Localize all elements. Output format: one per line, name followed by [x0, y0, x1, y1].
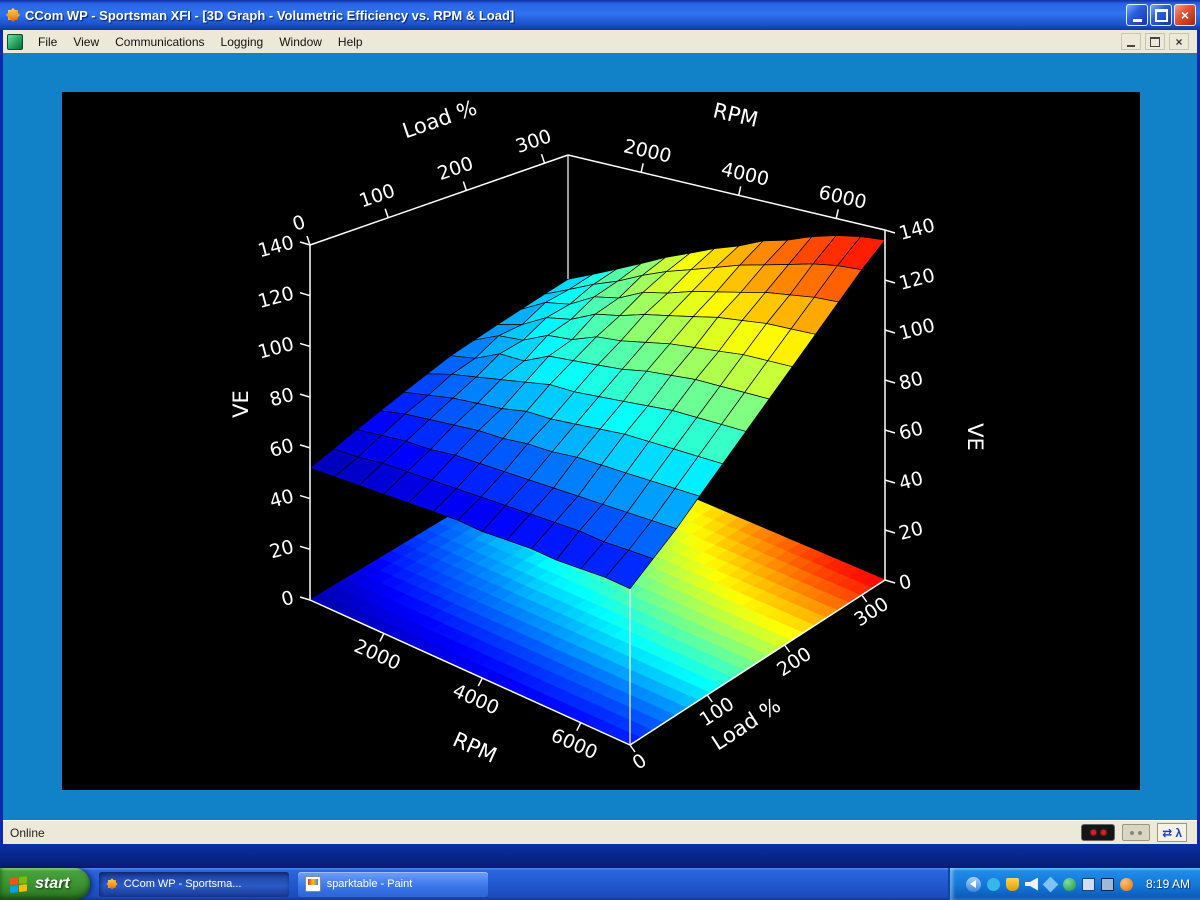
svg-text:100: 100	[357, 180, 398, 213]
network-icon[interactable]	[1082, 878, 1095, 891]
system-tray: 8:19 AM	[948, 868, 1200, 900]
desktop: CCom WP - Sportsman XFI - [3D Graph - Vo…	[0, 0, 1200, 900]
window-title: CCom WP - Sportsman XFI - [3D Graph - Vo…	[25, 8, 514, 23]
taskbar: start CCom WP - Sportsma... sparktable -…	[0, 868, 1200, 900]
svg-text:40: 40	[267, 485, 296, 513]
paint-icon	[305, 876, 321, 892]
mdi-window-controls: ×	[1121, 33, 1189, 50]
window-bottom-frame	[0, 844, 1200, 868]
display-icon[interactable]	[1101, 878, 1114, 891]
svg-text:VE: VE	[229, 390, 253, 418]
svg-text:6000: 6000	[548, 724, 601, 764]
start-button[interactable]: start	[0, 868, 90, 900]
svg-text:80: 80	[267, 384, 296, 412]
taskbar-clock: 8:19 AM	[1146, 877, 1190, 891]
start-label: start	[35, 875, 70, 893]
svg-text:VE: VE	[963, 423, 987, 451]
windows-logo-icon	[10, 876, 28, 893]
svg-text:4000: 4000	[719, 158, 771, 190]
svg-text:RPM: RPM	[711, 98, 761, 132]
taskbar-button-ccom[interactable]: CCom WP - Sportsma...	[99, 872, 289, 897]
window-titlebar[interactable]: CCom WP - Sportsman XFI - [3D Graph - Vo…	[0, 0, 1200, 30]
svg-text:Load %: Load %	[399, 95, 480, 143]
menu-window[interactable]: Window	[271, 32, 330, 52]
svg-text:20: 20	[897, 517, 926, 545]
logging-indicator-icon: ⇄ λ	[1157, 823, 1187, 842]
comm-activity-icon	[1081, 824, 1115, 841]
svg-text:100: 100	[897, 314, 938, 345]
lambda-icon: λ	[1175, 826, 1182, 840]
status-text: Online	[10, 826, 45, 840]
menu-bar: File View Communications Logging Window …	[3, 30, 1197, 54]
status-bar: Online ⇄ λ	[3, 820, 1197, 844]
ve-3d-surface-chart: 0100200300200040006000020406080100120140…	[62, 92, 1140, 790]
child-window-icon	[7, 34, 23, 50]
plot-area: 0100200300200040006000020406080100120140…	[62, 92, 1140, 790]
svg-text:2000: 2000	[351, 635, 404, 675]
svg-text:300: 300	[513, 125, 554, 158]
mdi-restore-button[interactable]	[1145, 33, 1165, 50]
taskbar-button-paint-label: sparktable - Paint	[327, 878, 413, 890]
menu-help[interactable]: Help	[330, 32, 371, 52]
svg-text:0: 0	[629, 749, 651, 774]
ccom-app-icon	[107, 879, 117, 889]
hide-icons-chevron[interactable]	[966, 877, 981, 892]
menu-view[interactable]: View	[65, 32, 107, 52]
window-controls: ×	[1126, 4, 1196, 26]
app-icon	[7, 9, 19, 21]
svg-text:200: 200	[435, 152, 476, 185]
restore-button[interactable]	[1150, 4, 1172, 26]
comm-idle-icon	[1122, 824, 1150, 841]
close-button[interactable]: ×	[1174, 4, 1196, 26]
svg-text:0: 0	[897, 570, 914, 594]
status-indicators: ⇄ λ	[1081, 823, 1187, 842]
svg-text:60: 60	[267, 434, 296, 462]
updates-icon[interactable]	[1120, 878, 1133, 891]
transfer-icon: ⇄	[1162, 826, 1172, 840]
svg-text:60: 60	[897, 417, 926, 445]
svg-text:120: 120	[897, 264, 938, 295]
svg-text:140: 140	[897, 214, 938, 245]
surface-mesh	[310, 236, 885, 589]
minimize-button[interactable]	[1126, 4, 1148, 26]
svg-text:20: 20	[267, 536, 296, 564]
antivirus-icon[interactable]	[1063, 878, 1076, 891]
taskbar-button-paint[interactable]: sparktable - Paint	[298, 872, 488, 897]
menu-file[interactable]: File	[30, 32, 65, 52]
mdi-minimize-button[interactable]	[1121, 33, 1141, 50]
svg-text:0: 0	[279, 587, 296, 611]
svg-text:140: 140	[256, 232, 297, 263]
menu-communications[interactable]: Communications	[107, 32, 212, 52]
svg-text:6000: 6000	[817, 181, 869, 213]
search-icon[interactable]	[1043, 876, 1059, 892]
svg-text:120: 120	[256, 282, 297, 313]
svg-text:4000: 4000	[449, 680, 502, 720]
taskbar-button-ccom-label: CCom WP - Sportsma...	[124, 878, 242, 890]
svg-text:80: 80	[897, 367, 926, 395]
svg-text:RPM: RPM	[449, 727, 500, 767]
messenger-icon[interactable]	[987, 878, 1000, 891]
menu-logging[interactable]: Logging	[213, 32, 272, 52]
svg-text:2000: 2000	[621, 135, 673, 167]
svg-text:100: 100	[256, 333, 297, 364]
volume-icon[interactable]	[1025, 878, 1038, 891]
svg-text:0: 0	[290, 211, 309, 236]
security-shield-icon[interactable]	[1006, 878, 1019, 891]
mdi-close-button[interactable]: ×	[1169, 33, 1189, 50]
svg-text:40: 40	[897, 467, 926, 495]
